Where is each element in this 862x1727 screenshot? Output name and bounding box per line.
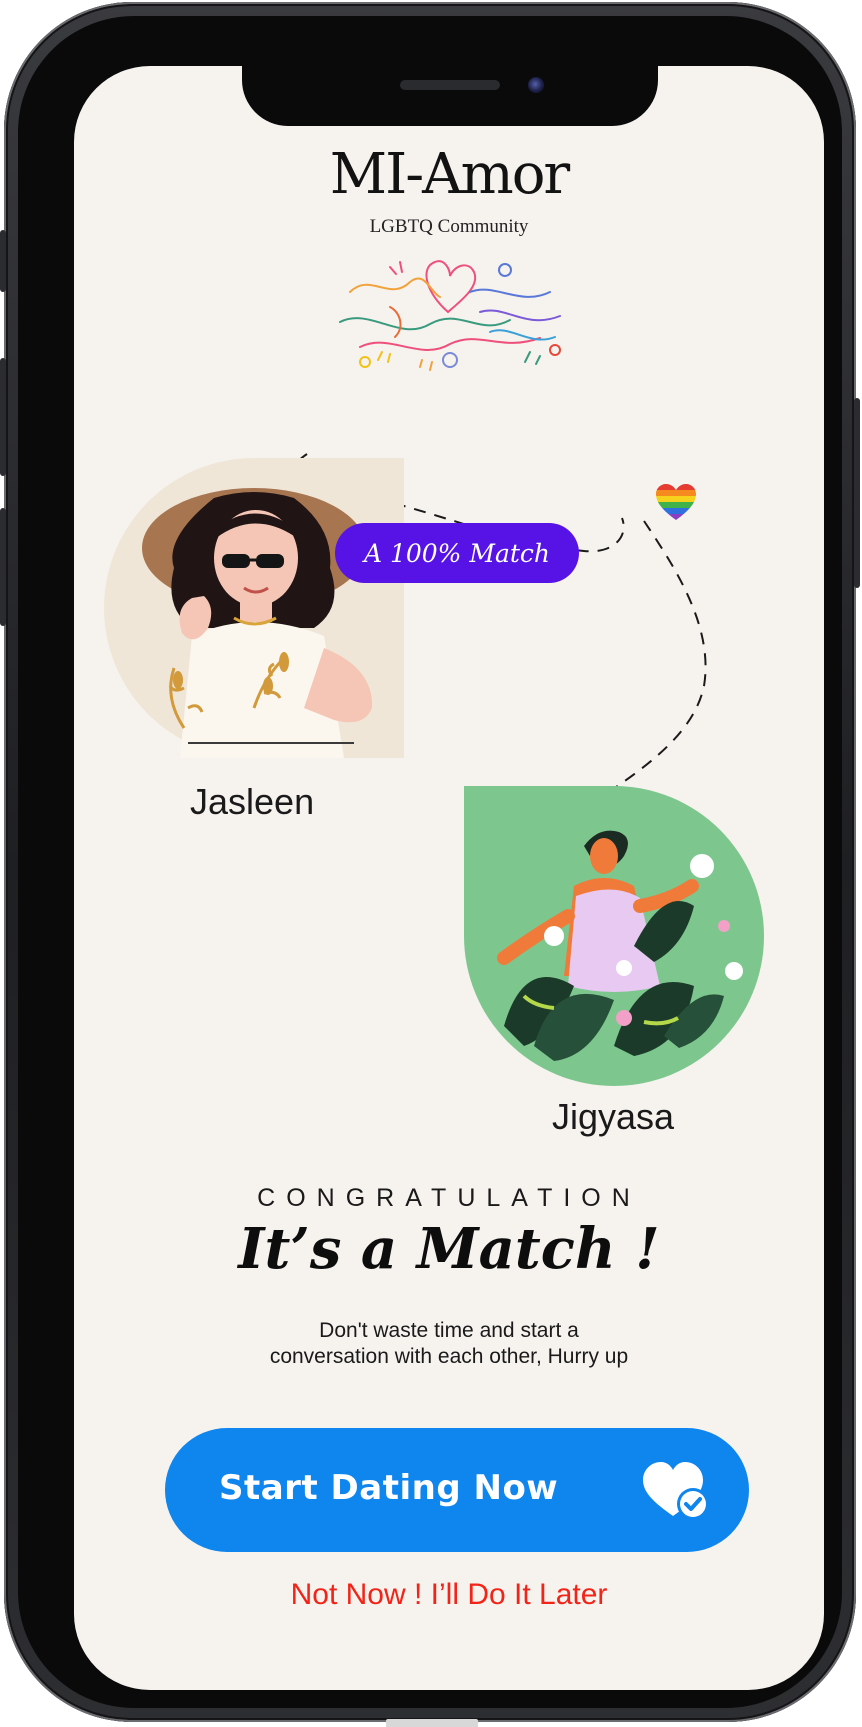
match-headline: It’s a Match ! [238, 1216, 660, 1282]
phone-frame: MI-Amor LGBTQ Community Jasleen A 100% M… [0, 2, 860, 1727]
congratulation-kicker: CONGRATULATION [257, 1184, 641, 1212]
doodle-illustration [339, 260, 561, 371]
notch [242, 66, 658, 126]
heart-check-icon [643, 1462, 709, 1520]
match-description: Don't waste time and start a conversatio… [74, 1318, 824, 1370]
volume-up-button [0, 358, 6, 476]
bezel: MI-Amor LGBTQ Community Jasleen A 100% M… [18, 16, 842, 1708]
front-camera [528, 77, 544, 93]
start-dating-button-label: Start Dating Now [219, 1468, 559, 1508]
avatar-jasleen[interactable] [104, 458, 404, 758]
power-button [854, 398, 860, 588]
match-description-line-2: conversation with each other, Hurry up [269, 1345, 629, 1368]
start-dating-button[interactable]: Start Dating Now [165, 1428, 749, 1552]
screen: MI-Amor LGBTQ Community Jasleen A 100% M… [74, 66, 824, 1690]
speaker-grille [400, 80, 500, 90]
rainbow-heart-icon [656, 484, 696, 520]
avatar-jigyasa[interactable] [464, 786, 764, 1086]
match-name-jigyasa: Jigyasa [552, 1096, 675, 1137]
app-subtitle: LGBTQ Community [369, 216, 529, 237]
volume-down-button [0, 508, 6, 626]
silent-switch [0, 230, 6, 292]
match-name-jasleen: Jasleen [190, 781, 315, 822]
not-now-link[interactable]: Not Now ! I’ll Do It Later [74, 1578, 824, 1612]
app-title: MI-Amor [329, 142, 570, 207]
match-percentage-badge: A 100% Match [335, 523, 579, 583]
match-description-line-1: Don't waste time and start a [319, 1319, 579, 1342]
